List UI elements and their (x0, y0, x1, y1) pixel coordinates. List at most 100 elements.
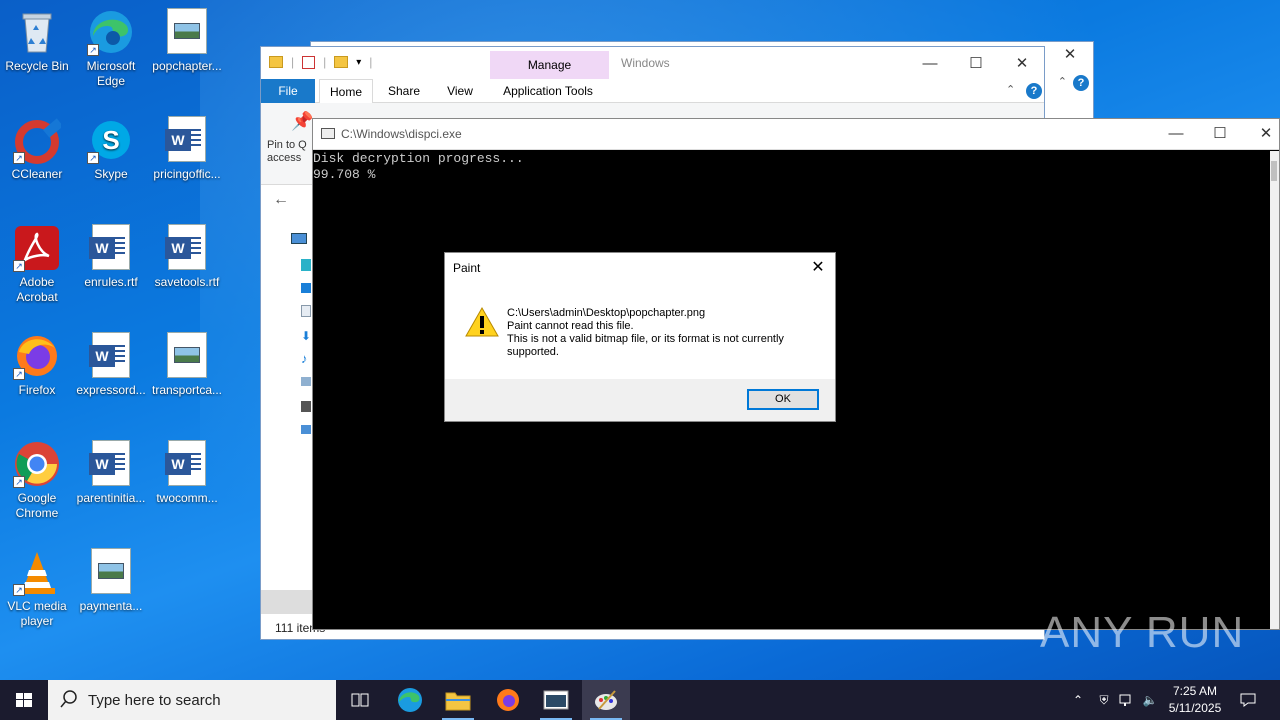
help-icon[interactable]: ? (1026, 83, 1042, 99)
desktop-icon-pricingoffic[interactable]: W pricingoffic... (150, 116, 224, 182)
desktop-icon-transportca[interactable]: transportca... (150, 332, 224, 398)
desktop-icon-adobe-acrobat[interactable]: ↗ Adobe Acrobat (0, 224, 74, 305)
word-document-icon: W (165, 116, 206, 162)
paint-error-dialog: Paint ✕ C:\Users\admin\Desktop\popchapte… (444, 252, 836, 422)
help-icon[interactable]: ? (1073, 75, 1089, 91)
desktop-icon-vlc[interactable]: ↗ VLC media player (0, 548, 74, 629)
dialog-footer: OK (445, 379, 835, 421)
pictures-icon[interactable] (301, 377, 311, 386)
desktop-icon-savetools[interactable]: W savetools.rtf (150, 224, 224, 290)
desktop-icon-popchapter[interactable]: popchapter... (150, 8, 224, 74)
shortcut-arrow-icon: ↗ (87, 44, 99, 56)
firefox-icon (497, 689, 519, 711)
word-document-icon: W (89, 440, 130, 486)
desktop-icon-label: paymenta... (79, 599, 143, 613)
image-file-icon (167, 332, 207, 378)
desktop-folder-icon[interactable] (301, 283, 311, 293)
pin-icon[interactable]: 📌 (291, 111, 313, 132)
chevron-down-icon[interactable]: ▾ (356, 57, 361, 68)
desktop-icon-ccleaner[interactable]: ↗ CCleaner (0, 116, 74, 182)
start-button[interactable] (0, 680, 48, 720)
notifications-icon[interactable] (1236, 680, 1260, 720)
documents-icon[interactable] (301, 305, 311, 317)
desktop-icon-google-chrome[interactable]: ↗ Google Chrome (0, 440, 74, 521)
security-icon[interactable]: ⛨ (1094, 680, 1114, 720)
back-arrow-icon[interactable]: ← (273, 191, 289, 209)
task-view-button[interactable] (336, 680, 384, 720)
clock-date: 5/11/2025 (1168, 701, 1222, 715)
desktop-icon-label: savetools.rtf (154, 275, 220, 289)
clock-time: 7:25 AM (1172, 684, 1218, 698)
desktop-icon-microsoft-edge[interactable]: ↗ Microsoft Edge (74, 8, 148, 89)
tab-share[interactable]: Share (379, 79, 429, 103)
scrollbar-thumb[interactable] (1271, 161, 1277, 181)
desktop-icon-label: Microsoft Edge (86, 59, 136, 88)
minimize-icon[interactable]: — (907, 51, 953, 77)
taskbar-edge[interactable] (386, 680, 434, 720)
downloads-icon[interactable]: ⬇ (301, 329, 311, 343)
desktop-icon-label: Firefox (18, 383, 56, 397)
close-icon[interactable]: ✕ (805, 255, 831, 281)
error-detail: This is not a valid bitmap file, or its … (507, 333, 784, 358)
tab-application-tools[interactable]: Application Tools (493, 79, 603, 103)
word-document-icon: W (165, 440, 206, 486)
quick-access-toolbar: | | ▾ | (269, 55, 372, 69)
desktop-icon-enrules[interactable]: W enrules.rtf (74, 224, 148, 290)
music-icon[interactable]: ♪ (301, 351, 308, 366)
this-pc-icon[interactable] (291, 233, 307, 244)
network-icon[interactable] (301, 425, 311, 434)
desktop-icon-skype[interactable]: S ↗ Skype (74, 116, 148, 182)
anyrun-watermark: ANY RUN (1040, 608, 1245, 657)
warning-icon (465, 306, 499, 338)
taskbar-paint[interactable] (582, 680, 630, 720)
minimize-icon[interactable]: — (1153, 121, 1199, 147)
desktop-icon-twocomm[interactable]: W twocomm... (150, 440, 224, 506)
close-icon[interactable]: ✕ (999, 51, 1045, 77)
acrobat-icon: ↗ (13, 224, 61, 272)
maximize-icon[interactable]: ☐ (953, 51, 999, 77)
ribbon-tabs: File Home Share View Application Tools ⌃… (261, 79, 1044, 104)
desktop-icon-firefox[interactable]: ↗ Firefox (0, 332, 74, 398)
network-icon[interactable] (1117, 680, 1137, 720)
console-scrollbar[interactable] (1270, 151, 1279, 629)
shortcut-arrow-icon: ↗ (13, 260, 25, 272)
ok-button[interactable]: OK (747, 389, 819, 410)
desktop-icon-parentinitia[interactable]: W parentinitia... (74, 440, 148, 506)
3d-objects-icon[interactable] (301, 259, 311, 271)
chevron-up-icon[interactable]: ⌃ (1058, 75, 1067, 88)
volume-icon[interactable]: 🔈 (1140, 680, 1160, 720)
maximize-icon[interactable]: ☐ (1197, 121, 1243, 147)
chevron-up-icon[interactable]: ⌃ (1006, 83, 1015, 96)
tab-view[interactable]: View (435, 79, 485, 103)
desktop-icon-label: Adobe Acrobat (16, 275, 58, 304)
new-folder-icon[interactable] (334, 56, 349, 68)
desktop-icon-label: enrules.rtf (84, 275, 138, 289)
explorer-titlebar: | | ▾ | Manage Windows — ☐ ✕ (261, 47, 1044, 79)
properties-icon[interactable] (302, 55, 316, 69)
console-titlebar: C:\Windows\dispci.exe — ☐ ✕ (313, 119, 1279, 150)
tab-manage[interactable]: Manage (490, 51, 609, 79)
navigation-pane: ⬇ ♪ (261, 217, 313, 597)
shortcut-arrow-icon: ↗ (13, 584, 25, 596)
close-icon[interactable]: ✕ (1243, 121, 1280, 147)
console-app-icon (321, 128, 335, 139)
console-line: Disk decryption progress... (313, 151, 524, 166)
task-view-icon (351, 693, 369, 707)
taskbar-search[interactable]: Type here to search (48, 680, 336, 720)
clock[interactable]: 7:25 AM 5/11/2025 (1160, 683, 1230, 717)
tab-file[interactable]: File (261, 79, 315, 103)
desktop-icon-expressord[interactable]: W expressord... (74, 332, 148, 398)
show-hidden-icons[interactable]: ⌃ (1068, 680, 1088, 720)
close-icon[interactable]: ✕ (1047, 42, 1093, 68)
desktop-icon-label: Skype (94, 167, 128, 181)
word-document-icon: W (89, 224, 130, 270)
console-icon (543, 690, 569, 710)
desktop-icon-recycle-bin[interactable]: Recycle Bin (0, 8, 74, 74)
videos-icon[interactable] (301, 401, 311, 412)
taskbar-file-explorer[interactable] (434, 680, 482, 720)
desktop-icon-label: popchapter... (152, 59, 222, 73)
tab-home[interactable]: Home (319, 79, 373, 104)
desktop-icon-paymenta[interactable]: paymenta... (74, 548, 148, 614)
taskbar-console[interactable] (532, 680, 580, 720)
taskbar-firefox[interactable] (484, 680, 532, 720)
